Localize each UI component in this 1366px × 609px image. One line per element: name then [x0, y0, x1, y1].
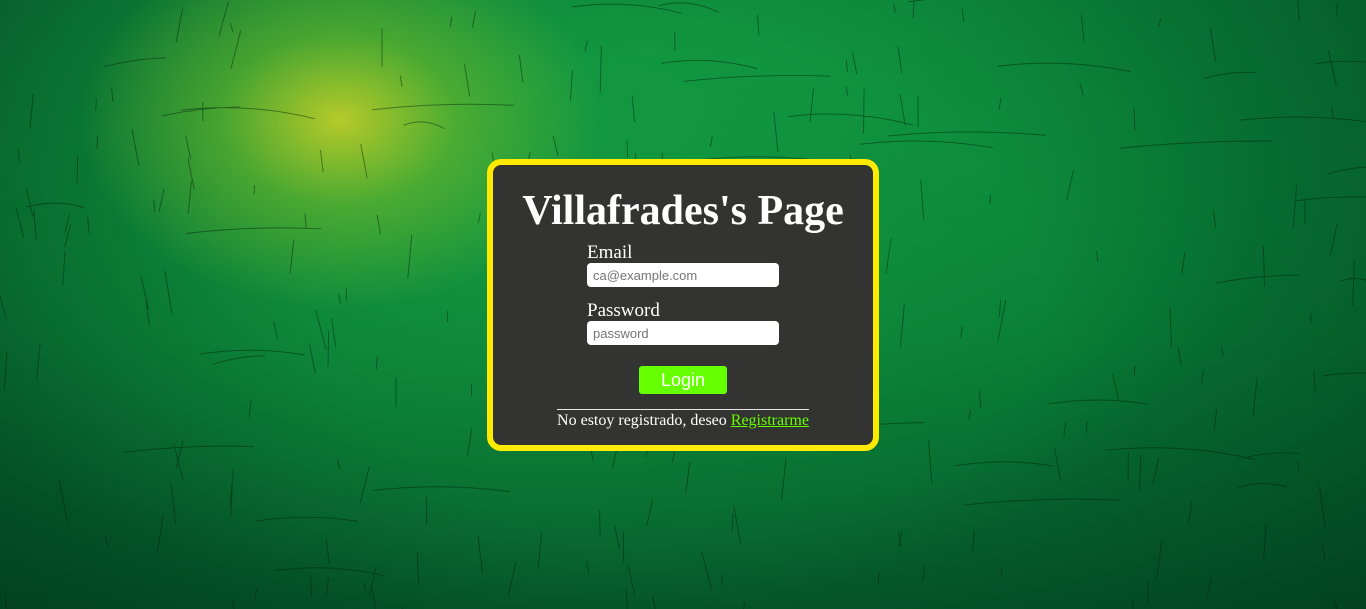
page-title: Villafrades's Page: [522, 188, 844, 234]
register-link[interactable]: Registrarme: [731, 412, 809, 429]
email-input[interactable]: [587, 263, 779, 287]
register-prompt-text: No estoy registrado, deseo: [557, 412, 731, 429]
divider: [557, 409, 809, 410]
password-input[interactable]: [587, 321, 779, 345]
login-card: Villafrades's Page Email Password Login …: [487, 159, 879, 451]
email-label: Email: [587, 242, 633, 263]
password-label: Password: [587, 300, 660, 321]
register-prompt: No estoy registrado, deseo Registrarme: [493, 411, 873, 431]
login-button[interactable]: Login: [639, 366, 727, 394]
